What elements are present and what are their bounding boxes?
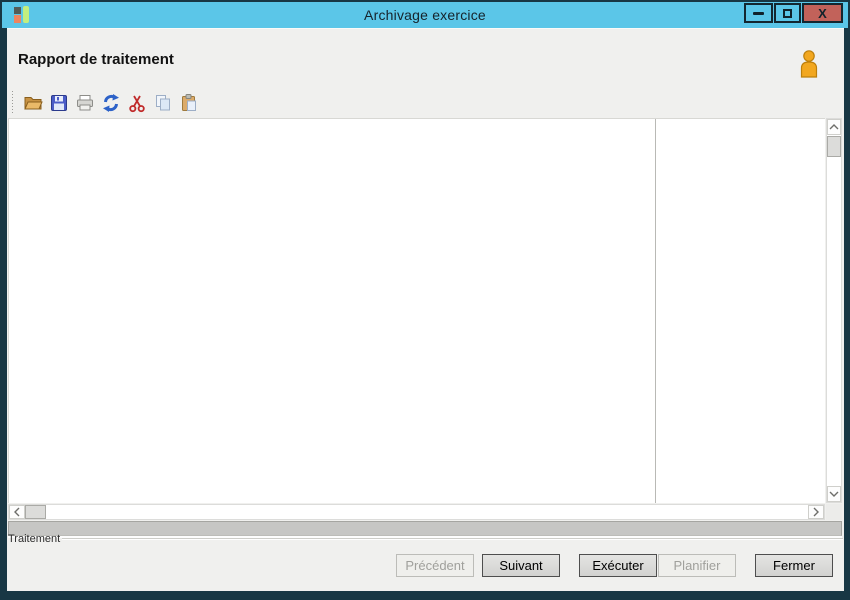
report-content-area[interactable] [8,118,825,503]
save-icon [51,95,67,111]
vertical-scrollbar[interactable] [826,118,842,503]
horizontal-scroll-thumb[interactable] [25,505,46,519]
dialog-body: Rapport de traitement Traitement Précéde… [7,28,844,591]
minimize-button[interactable] [744,3,773,23]
execute-button[interactable]: Exécuter [579,554,657,577]
scroll-right-button[interactable] [808,505,824,519]
horizontal-scrollbar[interactable] [8,504,825,520]
treatment-groupbox: Traitement [8,532,843,546]
toolbar-grip[interactable] [11,91,14,115]
open-folder-icon [24,97,43,110]
chevron-right-icon [813,507,819,517]
save-button[interactable] [46,91,72,115]
scrollbar-corner [826,504,842,520]
copy-icon [156,95,170,111]
paste-button[interactable] [176,91,202,115]
open-folder-button[interactable] [20,91,46,115]
maximize-button[interactable] [774,3,801,23]
chevron-down-icon [829,491,839,497]
refresh-icon [103,94,119,112]
user-icon [798,49,820,84]
cut-icon [129,95,145,113]
vertical-scroll-thumb[interactable] [827,136,841,157]
refresh-button[interactable] [98,91,124,115]
close-icon: X [818,5,827,21]
maximize-icon [783,8,792,18]
treatment-group-label: Traitement [8,533,61,545]
schedule-button[interactable]: Planifier [658,554,736,577]
minimize-icon [753,11,764,15]
scroll-left-button[interactable] [9,505,25,519]
chevron-up-icon [829,124,839,130]
previous-button[interactable]: Précédent [396,554,474,577]
scroll-down-button[interactable] [827,486,841,502]
print-button[interactable] [72,91,98,115]
next-button[interactable]: Suivant [482,554,560,577]
window-title: Archivage exercice [364,7,486,23]
paste-icon [182,94,196,111]
group-divider-line [62,538,843,540]
close-button[interactable]: X [802,3,843,23]
close-dialog-button[interactable]: Fermer [755,554,833,577]
pane-divider [655,119,656,503]
window-controls: X [744,2,843,24]
cut-button[interactable] [124,91,150,115]
page-title: Rapport de traitement [18,51,174,68]
titlebar[interactable]: Archivage exercice X [2,2,848,28]
print-icon [77,95,93,111]
dialog-window: Archivage exercice X Rapport de traiteme… [0,0,850,600]
toolbar [9,89,844,117]
scroll-up-button[interactable] [827,119,841,135]
copy-button[interactable] [150,91,176,115]
chevron-left-icon [14,507,20,517]
